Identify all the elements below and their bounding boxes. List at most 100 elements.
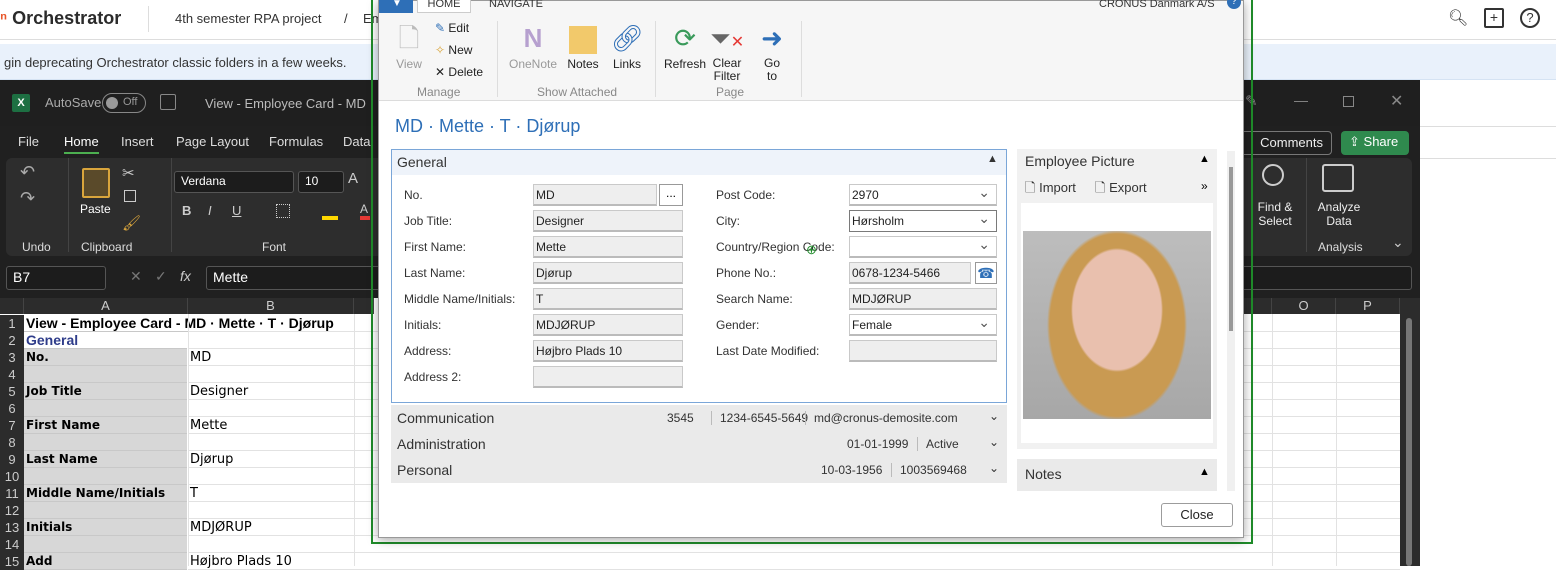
view-button[interactable]: 🗋︎ View (391, 21, 427, 71)
column-header-p[interactable]: P (1336, 298, 1400, 314)
copy-icon[interactable] (124, 190, 136, 202)
fasttab-personal[interactable]: Personal 10-03-1956 1003569468 ⌄ (391, 457, 1007, 483)
find-icon[interactable] (1262, 164, 1284, 186)
ribbon-collapse-icon[interactable]: ⌄ (1392, 234, 1404, 251)
row-header[interactable]: 11 (0, 485, 24, 502)
save-icon[interactable] (160, 94, 176, 110)
cancel-formula-icon[interactable]: ✕ (130, 268, 142, 285)
goto-button[interactable]: ➜ Go to (755, 21, 789, 83)
cell-a[interactable] (24, 536, 187, 553)
share-button[interactable]: ⇪ Share (1341, 131, 1409, 155)
field-input[interactable]: 0678-1234-5466 (849, 262, 971, 284)
increase-font-icon[interactable]: A (348, 170, 358, 187)
row-header[interactable]: 3 (0, 349, 24, 366)
field-input[interactable]: MDJØRUP (849, 288, 997, 310)
row-header[interactable]: 15 (0, 553, 24, 570)
more-icon[interactable]: » (1201, 179, 1208, 193)
field-input[interactable]: 2970 (849, 184, 997, 206)
analyze-data-button[interactable]: Analyze Data (1312, 200, 1366, 228)
tab-home[interactable]: Home (64, 134, 99, 154)
italic-icon[interactable]: I (208, 203, 212, 218)
refresh-button[interactable]: ⟳ Refresh (663, 21, 707, 71)
field-input[interactable]: Hørsholm (849, 210, 997, 232)
tab-insert[interactable]: Insert (121, 134, 154, 149)
app-menu-button[interactable]: ▼ (379, 0, 413, 13)
name-box[interactable]: B7 (6, 266, 106, 290)
links-button[interactable]: 🔗︎ Links (609, 21, 645, 71)
cell-a[interactable]: Initials (24, 519, 187, 536)
help-circle-icon[interactable]: ? (1227, 0, 1241, 9)
column-header-o[interactable]: O (1272, 298, 1336, 314)
format-painter-icon[interactable]: 🖌︎ (122, 214, 141, 232)
cell-a[interactable]: General (24, 332, 187, 349)
cell-a[interactable]: Job Title (24, 383, 187, 400)
tab-file[interactable]: File (18, 134, 39, 149)
delete-button[interactable]: ✕ Delete (435, 65, 483, 79)
borders-icon[interactable] (276, 204, 290, 218)
nav-tab-navigate[interactable]: NAVIGATE (489, 0, 543, 10)
field-input[interactable] (533, 366, 683, 388)
new-button[interactable]: ✧ New (435, 43, 472, 57)
insert-function-icon[interactable]: fx (180, 268, 191, 284)
minimize-icon[interactable]: — (1294, 92, 1308, 108)
clear-filter-button[interactable]: ⏷✕ Clear Filter (709, 21, 745, 83)
underline-icon[interactable]: U (232, 203, 241, 218)
paste-label[interactable]: Paste (80, 202, 111, 216)
bold-icon[interactable]: B (182, 203, 191, 218)
collapse-icon[interactable]: ▲ (1199, 153, 1210, 165)
cell-b[interactable]: Designer (188, 383, 358, 400)
tab-page-layout[interactable]: Page Layout (176, 134, 249, 149)
cell-a[interactable]: View - Employee Card - MD · Mette · T · … (24, 315, 374, 332)
row-header[interactable]: 5 (0, 383, 24, 400)
edit-button[interactable]: ✎ Edit (435, 21, 469, 35)
cell-a[interactable]: First Name (24, 417, 187, 434)
find-select-button[interactable]: Find & Select (1250, 200, 1300, 228)
font-name-select[interactable]: Verdana (174, 171, 294, 193)
field-input[interactable] (849, 340, 997, 362)
font-size-select[interactable]: 10 (298, 171, 344, 193)
add-icon[interactable]: + (1484, 8, 1504, 28)
tab-formulas[interactable]: Formulas (269, 134, 323, 149)
column-header-b[interactable]: B (188, 298, 354, 314)
field-input[interactable]: MDJØRUP (533, 314, 683, 336)
cell-a[interactable] (24, 366, 187, 383)
cell-b[interactable] (188, 536, 358, 553)
cell-b[interactable]: T (188, 485, 358, 502)
field-input[interactable]: Designer (533, 210, 683, 232)
fasttab-communication[interactable]: Communication 3545 1234-6545-5649 md@cro… (391, 405, 1007, 431)
cell-a[interactable]: Add (24, 553, 187, 570)
nav-tab-home[interactable]: HOME (417, 0, 471, 13)
cell-a[interactable]: Last Name (24, 451, 187, 468)
cell-a[interactable] (24, 400, 187, 417)
field-input[interactable]: MD (533, 184, 657, 206)
cell-b[interactable] (188, 502, 358, 519)
paste-icon[interactable] (82, 168, 110, 198)
cell-b[interactable] (188, 400, 358, 417)
notes-button[interactable]: Notes (565, 21, 601, 71)
row-header[interactable]: 1 (0, 315, 24, 332)
assist-edit-button[interactable]: ... (659, 184, 683, 206)
field-input[interactable]: Djørup (533, 262, 683, 284)
autosave-toggle[interactable]: Off (102, 93, 146, 113)
cell-a[interactable]: Middle Name/Initials (24, 485, 187, 502)
confirm-formula-icon[interactable]: ✓ (155, 268, 167, 285)
row-header[interactable]: 7 (0, 417, 24, 434)
row-header[interactable]: 9 (0, 451, 24, 468)
row-header[interactable]: 10 (0, 468, 24, 485)
cell-b[interactable] (188, 434, 358, 451)
undo-icon[interactable]: ↶ (20, 162, 35, 183)
dialog-scrollbar[interactable] (1227, 151, 1235, 491)
cell-b[interactable] (188, 468, 358, 485)
row-header[interactable]: 8 (0, 434, 24, 451)
analyze-data-icon[interactable] (1322, 164, 1354, 192)
cut-icon[interactable]: ✂ (122, 164, 135, 182)
cell-a[interactable] (24, 468, 187, 485)
import-button[interactable]: 🗋︎ Import (1025, 179, 1076, 201)
cell-b[interactable] (188, 366, 358, 383)
column-header-a[interactable]: A (24, 298, 188, 314)
cell-b[interactable]: Djørup (188, 451, 358, 468)
cell-b[interactable]: Højbro Plads 10 (188, 553, 358, 570)
search-icon[interactable]: 🔍︎ (1448, 8, 1468, 28)
field-input[interactable]: Female (849, 314, 997, 336)
row-header[interactable]: 2 (0, 332, 24, 349)
